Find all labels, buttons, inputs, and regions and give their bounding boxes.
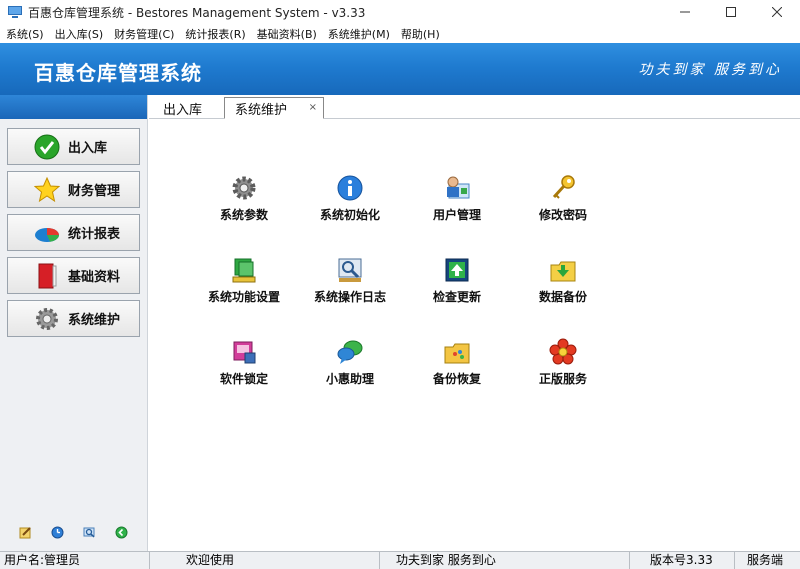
maximize-button[interactable] [708, 0, 754, 24]
check-icon [34, 134, 60, 160]
update-icon [445, 258, 469, 282]
tile-change-password[interactable]: 修改密码 [508, 174, 618, 244]
edit-icon[interactable] [19, 526, 32, 539]
window-title: 百惠仓库管理系统 - Bestores Management System - … [28, 5, 366, 20]
sidebar-item-basic-data[interactable]: 基础资料 [7, 257, 140, 294]
gear-icon [34, 306, 60, 332]
users-icon [447, 176, 470, 199]
tile-backup-restore[interactable]: 备份恢复 [402, 338, 512, 408]
banner-slogan: 功夫到家 服务到心 [638, 62, 782, 78]
tab-close-icon[interactable]: × [309, 102, 317, 113]
status-mode: 服务端 [747, 553, 784, 567]
tile-label: 系统功能设置 [207, 290, 280, 304]
star-icon [34, 176, 60, 203]
menu-reports[interactable]: 统计报表(R) [179, 26, 250, 42]
sidebar-item-label: 统计报表 [68, 227, 121, 242]
menu-bar: 系统(S) 出入库(S) 财务管理(C) 统计报表(R) 基础资料(B) 系统维… [0, 24, 800, 43]
tile-assistant[interactable]: 小惠助理 [295, 338, 405, 408]
backup-icon [550, 261, 576, 282]
tab-label: 出入库 [163, 102, 203, 118]
status-version: 版本号3.33 [630, 552, 735, 569]
key-icon [552, 175, 575, 199]
minimize-button[interactable] [662, 0, 708, 24]
assistant-icon [337, 340, 363, 364]
tile-data-backup[interactable]: 数据备份 [508, 256, 618, 326]
tab-maintenance[interactable]: 系统维护 × [224, 97, 324, 119]
book-icon [34, 263, 60, 289]
status-bar: 用户名:管理员 欢迎使用 功夫到家 服务到心 版本号3.33 服务端 [0, 551, 800, 569]
tile-label: 软件锁定 [219, 372, 268, 386]
sidebar-item-label: 出入库 [68, 141, 108, 156]
menu-inout[interactable]: 出入库(S) [49, 26, 109, 42]
tile-label: 小惠助理 [325, 372, 374, 386]
menu-basic-data[interactable]: 基础资料(B) [251, 26, 322, 42]
sidebar-footer [0, 526, 147, 539]
main-content: 系统参数 系统初始化 用户管理 修改密码 系统功能设置 系统操作日志 检查更新 … [149, 119, 800, 551]
close-button[interactable] [754, 0, 800, 24]
sidebar: 出入库 财务管理 统计报表 基础资料 系统维护 [0, 95, 148, 551]
tile-label: 正版服务 [538, 372, 587, 386]
header-banner: 百惠仓库管理系统 功夫到家 服务到心 [0, 43, 800, 95]
sidebar-item-label: 基础资料 [68, 270, 121, 285]
tile-user-management[interactable]: 用户管理 [402, 174, 512, 244]
tile-genuine-service[interactable]: 正版服务 [508, 338, 618, 408]
sidebar-header [0, 95, 147, 119]
sidebar-item-maintenance[interactable]: 系统维护 [7, 300, 140, 337]
tile-label: 系统参数 [219, 208, 268, 222]
tile-operation-log[interactable]: 系统操作日志 [295, 256, 405, 326]
window-controls [662, 0, 800, 24]
sidebar-item-finance[interactable]: 财务管理 [7, 171, 140, 208]
title-bar: 百惠仓库管理系统 - Bestores Management System - … [0, 0, 800, 24]
tile-label: 数据备份 [538, 290, 587, 304]
tab-inout[interactable]: 出入库 [163, 97, 202, 119]
pie-chart-icon [34, 220, 60, 246]
back-icon[interactable] [115, 526, 128, 539]
close-icon [772, 7, 782, 17]
tile-label: 系统操作日志 [313, 290, 386, 304]
minimize-icon [680, 11, 690, 13]
info-icon [337, 175, 363, 201]
tile-check-update[interactable]: 检查更新 [402, 256, 512, 326]
status-slogan: 功夫到家 服务到心 [380, 552, 630, 569]
tab-label: 系统维护 [235, 102, 288, 118]
tile-label: 修改密码 [538, 208, 587, 222]
menu-maintenance[interactable]: 系统维护(M) [322, 26, 395, 42]
clock-icon[interactable] [51, 526, 64, 539]
status-user: 用户名:管理员 [0, 552, 150, 569]
log-icon [338, 258, 362, 282]
tile-software-lock[interactable]: 软件锁定 [189, 338, 299, 408]
tab-bar: 出入库 系统维护 × [149, 95, 800, 119]
menu-finance[interactable]: 财务管理(C) [108, 26, 179, 42]
lock-icon [233, 341, 256, 364]
status-welcome: 欢迎使用 [150, 552, 380, 569]
flower-icon [549, 338, 577, 365]
tile-label: 用户管理 [432, 208, 481, 222]
tile-label: 系统初始化 [319, 208, 380, 222]
menu-help[interactable]: 帮助(H) [395, 26, 445, 42]
search-icon[interactable] [83, 526, 96, 539]
sidebar-item-reports[interactable]: 统计报表 [7, 214, 140, 251]
sidebar-item-label: 财务管理 [68, 184, 121, 199]
sidebar-item-label: 系统维护 [68, 313, 121, 328]
function-setup-icon [232, 258, 256, 283]
maximize-icon [726, 7, 736, 17]
restore-icon [444, 343, 470, 364]
app-icon [8, 6, 22, 18]
tile-function-setup[interactable]: 系统功能设置 [189, 256, 299, 326]
sidebar-item-inout[interactable]: 出入库 [7, 128, 140, 165]
brand-title: 百惠仓库管理系统 [34, 61, 202, 85]
tile-system-params[interactable]: 系统参数 [189, 174, 299, 244]
tile-system-init[interactable]: 系统初始化 [295, 174, 405, 244]
tile-label: 检查更新 [432, 290, 481, 304]
gear-icon [232, 176, 256, 200]
tile-label: 备份恢复 [432, 372, 481, 386]
menu-system[interactable]: 系统(S) [0, 26, 49, 42]
